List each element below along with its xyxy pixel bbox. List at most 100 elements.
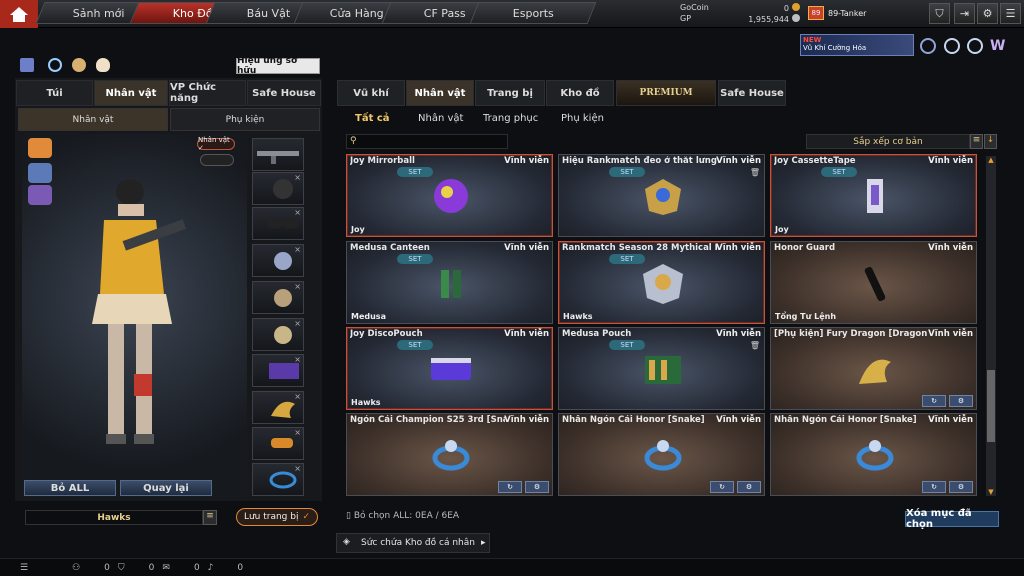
refresh-icon[interactable] — [48, 58, 62, 72]
inventory-item-card[interactable]: Joy CassetteTape Vĩnh viễn SET Joy — [770, 154, 977, 237]
toggle-icon[interactable] — [200, 154, 234, 166]
equipped-helmet-slot[interactable]: × — [252, 172, 304, 205]
exit-icon[interactable]: ⇥ — [954, 3, 975, 24]
friends-icon[interactable]: ⚇ — [72, 563, 80, 573]
character-tag[interactable]: Nhân vật ✓ — [197, 136, 235, 152]
subtab-accessory[interactable]: Phụ kiện — [170, 108, 320, 131]
set-name-field[interactable]: Hawks — [25, 510, 203, 525]
clan-icon[interactable]: ⛉ — [118, 563, 125, 573]
equipped-shell-slot[interactable]: × — [252, 427, 304, 460]
equipped-badge-slot[interactable]: × — [252, 318, 304, 351]
equipped-weapon-slot[interactable] — [252, 138, 304, 171]
remove-icon[interactable]: × — [294, 392, 301, 401]
chat-icon[interactable]: ✉ — [162, 563, 170, 573]
right-tab-premium[interactable]: PREMIUM — [616, 80, 716, 106]
inventory-item-card[interactable]: Ngón Cái Champion S25 3rd [Snake]Vĩnh vi… — [346, 413, 553, 496]
upgrade-icon[interactable]: ↻ — [922, 395, 946, 407]
inventory-item-card[interactable]: Honor Guard Vĩnh viễn Tổng Tư Lệnh — [770, 241, 977, 324]
inventory-item-card[interactable]: Hiệu Rankmatch đeo ở thắt lưng Vĩnh viễn S… — [558, 154, 765, 237]
subtab-costume[interactable]: Trang phục — [483, 110, 538, 126]
equipped-badge-slot[interactable]: × — [252, 281, 304, 314]
sort-order-icon[interactable]: ↓ — [984, 134, 997, 149]
inventory-item-card[interactable]: Medusa Canteen Vĩnh viễn SET Medusa — [346, 241, 553, 324]
right-tab-weapons[interactable]: Vũ khí — [337, 80, 405, 106]
inventory-capacity-button[interactable]: ◈ Sức chứa Kho đồ cá nhân ▸ — [336, 533, 490, 553]
scroll-up-icon[interactable]: ▲ — [986, 156, 996, 164]
subtab-accessory[interactable]: Phụ kiện — [561, 110, 604, 126]
remove-icon[interactable]: × — [294, 282, 301, 291]
settings-icon[interactable]: ⚙ — [949, 481, 973, 493]
character-icon[interactable] — [72, 58, 86, 72]
event-icon[interactable] — [967, 38, 983, 54]
inventory-item-card[interactable]: Nhẫn Ngón Cái Honor [Snake] Vĩnh viễn ↻ ⚙ — [558, 413, 765, 496]
inventory-item-card[interactable]: [Phụ kiện] Fury Dragon [Dragon Fury]Vĩnh… — [770, 327, 977, 410]
trash-icon[interactable]: 🗑 — [750, 168, 760, 177]
settings-icon[interactable]: ⚙ — [737, 481, 761, 493]
mouse-icon[interactable] — [96, 58, 110, 72]
equipped-ring-slot[interactable]: × — [252, 463, 304, 496]
equipped-glasses-slot[interactable]: × — [252, 207, 304, 240]
subtab-character[interactable]: Nhân vật — [18, 108, 168, 131]
left-tab-bag[interactable]: Túi — [16, 80, 93, 106]
scrollbar-thumb[interactable] — [987, 370, 995, 442]
sound-icon[interactable]: ♪ — [208, 563, 214, 573]
settings-icon[interactable]: ⚙ — [949, 395, 973, 407]
right-tab-equipment[interactable]: Trang bị — [475, 80, 545, 106]
wings-badge-icon[interactable] — [28, 163, 52, 183]
settings-icon[interactable]: ⚙ — [525, 481, 549, 493]
list-icon[interactable]: ☰ — [20, 563, 28, 573]
nav-tab-esports[interactable]: Esports — [469, 2, 597, 24]
remove-all-button[interactable]: Bỏ ALL — [24, 480, 116, 496]
scroll-down-icon[interactable]: ▼ — [986, 488, 996, 496]
rank-circle-icon[interactable] — [920, 38, 936, 54]
save-equipment-button[interactable]: Lưu trang bị ✓ — [236, 508, 318, 526]
equipped-dragon-slot[interactable]: × — [252, 391, 304, 424]
gear-icon[interactable]: ⚙ — [977, 3, 998, 24]
subtab-character[interactable]: Nhân vật — [418, 110, 463, 126]
emblem-badge-icon[interactable] — [28, 138, 52, 158]
upgrade-icon[interactable]: ↻ — [498, 481, 522, 493]
left-tab-function[interactable]: VP Chức năng — [169, 80, 246, 106]
right-tab-safe-house[interactable]: Safe House — [718, 80, 786, 106]
remove-icon[interactable]: × — [294, 245, 301, 254]
remove-icon[interactable]: × — [294, 173, 301, 182]
promo-banner[interactable]: NEW Vũ Khí Cường Hóa — [800, 34, 914, 56]
trash-icon[interactable]: 🗑 — [750, 341, 760, 350]
remove-icon[interactable]: × — [294, 208, 301, 217]
inventory-item-card[interactable]: Medusa Pouch Vĩnh viễn SET 🗑 — [558, 327, 765, 410]
upgrade-icon[interactable]: ↻ — [922, 481, 946, 493]
shield-icon[interactable]: ⛉ — [929, 3, 950, 24]
remove-icon[interactable]: × — [294, 464, 301, 473]
user-info[interactable]: 89 89-Tanker — [808, 4, 866, 22]
inventory-item-card[interactable]: Joy DiscoPouch Vĩnh viễn SET Hawks — [346, 327, 553, 410]
vip-icon[interactable]: W — [990, 38, 1008, 54]
remove-icon[interactable]: × — [294, 428, 301, 437]
right-tab-storage[interactable]: Kho đồ — [546, 80, 614, 106]
left-tab-character[interactable]: Nhân vật — [94, 80, 168, 106]
character-preview[interactable] — [22, 134, 247, 500]
search-input[interactable]: ⚲ — [346, 134, 508, 149]
list-icon[interactable]: ≡ — [203, 510, 217, 525]
upgrade-icon[interactable]: ↻ — [710, 481, 734, 493]
remove-icon[interactable]: × — [294, 355, 301, 364]
inventory-item-card[interactable]: Nhẫn Ngón Cái Honor [Snake] Vĩnh viễn ↻ ⚙ — [770, 413, 977, 496]
equipped-pouch-slot[interactable]: × — [252, 354, 304, 387]
gift-icon[interactable] — [20, 58, 34, 72]
sort-dropdown[interactable]: Sắp xếp cơ bản — [806, 134, 970, 149]
sort-list-icon[interactable]: ≡ — [970, 134, 983, 149]
home-button[interactable] — [0, 0, 38, 28]
left-tab-safe-house[interactable]: Safe House — [247, 80, 321, 106]
inventory-item-card[interactable]: Rankmatch Season 28 Mythical BadgeVĩnh v… — [558, 241, 765, 324]
right-tab-character[interactable]: Nhân vật — [406, 80, 474, 106]
back-button[interactable]: Quay lại — [120, 480, 212, 496]
remove-icon[interactable]: × — [294, 319, 301, 328]
menu-icon[interactable]: ☰ — [1000, 3, 1021, 24]
inventory-item-card[interactable]: Joy Mirrorball Vĩnh viễn SET Joy — [346, 154, 553, 237]
globe-icon[interactable] — [944, 38, 960, 54]
subtab-all[interactable]: Tất cả — [355, 110, 390, 126]
delete-selected-button[interactable]: Xóa mục đã chọn — [905, 508, 999, 530]
bird-badge-icon[interactable] — [28, 185, 52, 205]
ownership-effect-button[interactable]: Hiệu ứng sở hữu — [236, 56, 320, 76]
scrollbar[interactable] — [986, 156, 996, 496]
equipped-badge-slot[interactable]: × — [252, 244, 304, 277]
